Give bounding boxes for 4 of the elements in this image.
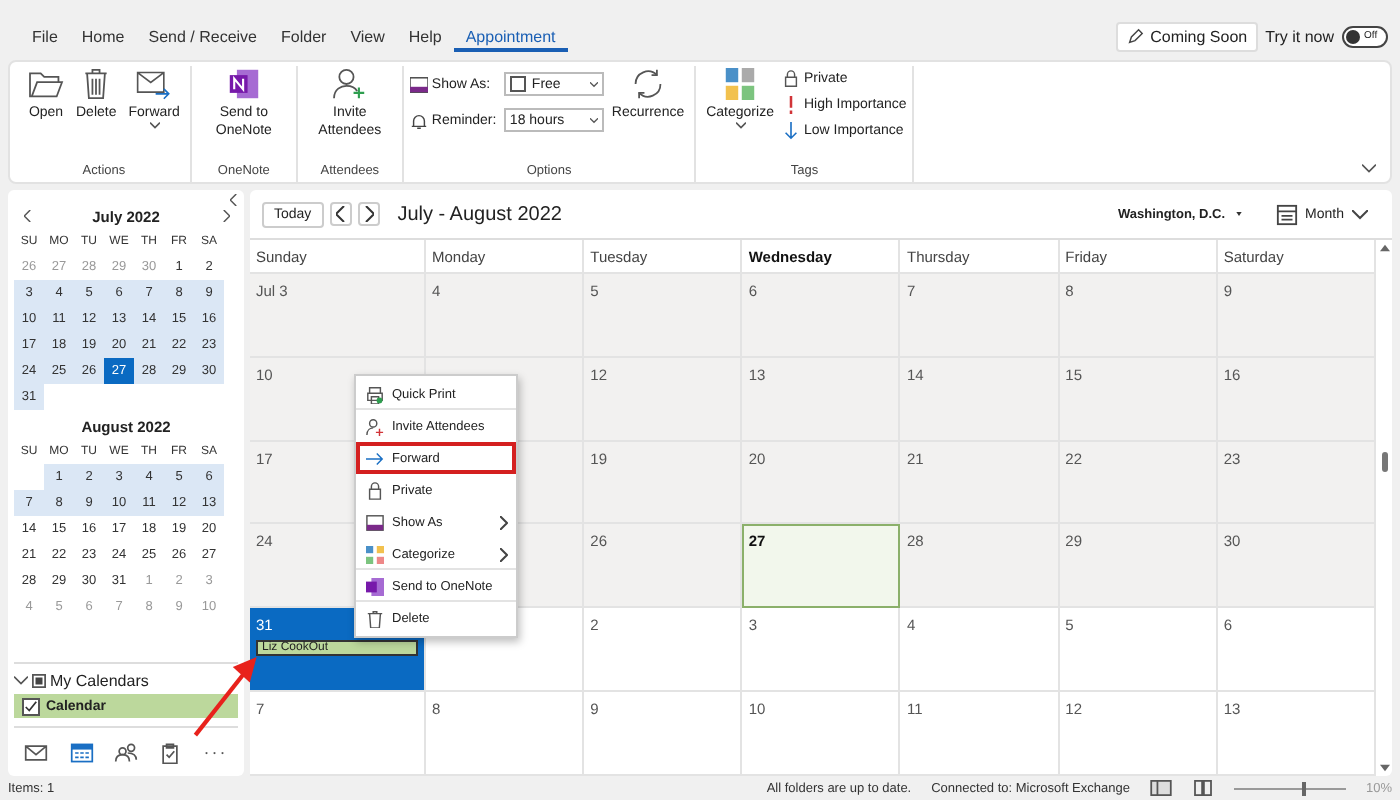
try-it-now-label: Try it now [1265, 27, 1334, 45]
folder-group-label: My Calendars [50, 672, 149, 690]
coming-soon-label: Coming Soon [1150, 27, 1248, 45]
calendar-title: July - August 2022 [397, 203, 562, 225]
